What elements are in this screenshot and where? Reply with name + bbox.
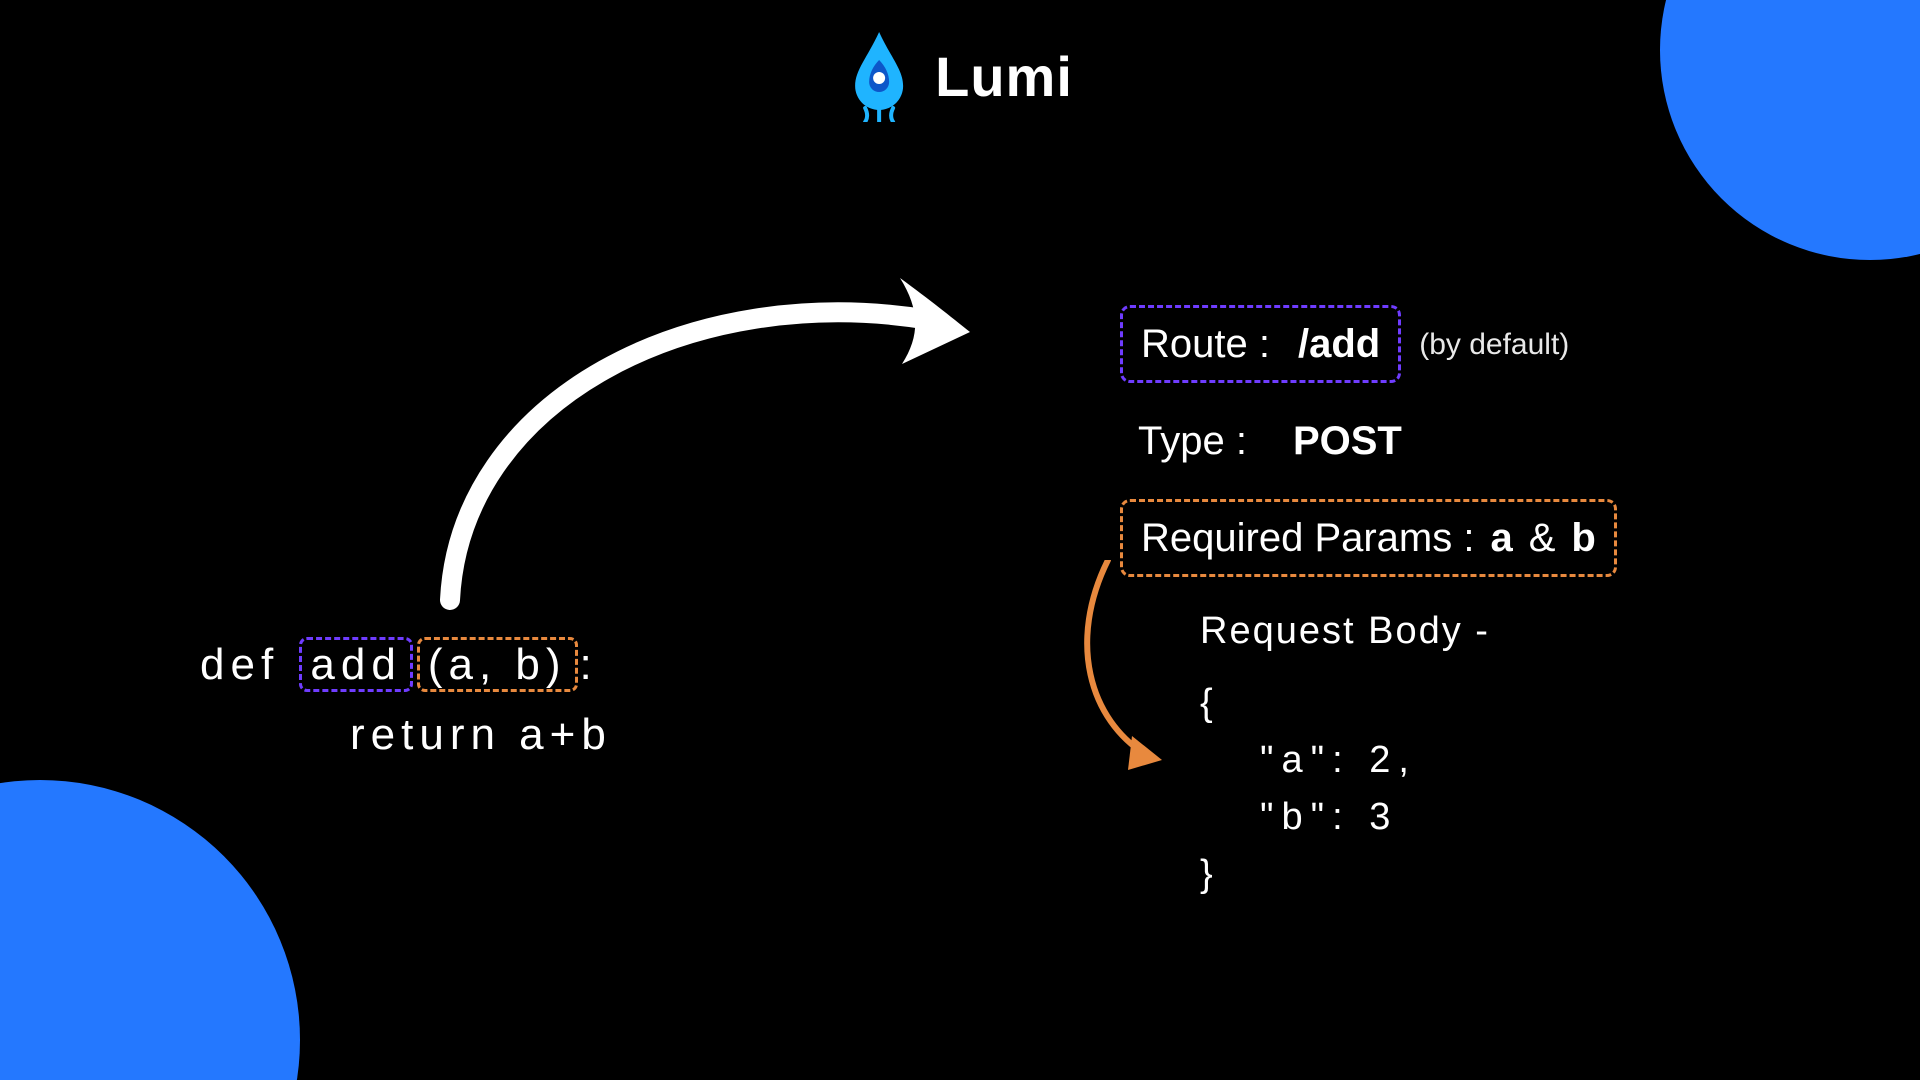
arrow-transform-icon bbox=[430, 260, 990, 620]
decor-corner-top-right bbox=[1660, 0, 1920, 260]
code-colon: : bbox=[580, 640, 598, 689]
param-a: a bbox=[1490, 508, 1512, 568]
code-line-2: return a+b bbox=[200, 700, 612, 770]
lumi-logo-icon bbox=[847, 30, 911, 122]
param-amp: & bbox=[1529, 508, 1556, 568]
function-params-box: (a, b) bbox=[417, 637, 578, 692]
type-value: POST bbox=[1293, 411, 1402, 471]
request-body: Request Body - { "a": 2, "b": 3 } bbox=[1200, 610, 1490, 903]
route-note: (by default) bbox=[1419, 322, 1569, 367]
route-pill: Route : /add bbox=[1120, 305, 1401, 383]
json-open: { bbox=[1200, 675, 1490, 732]
brand-name: Lumi bbox=[935, 44, 1073, 109]
params-label: Required Params : bbox=[1141, 508, 1474, 568]
json-line-2: "b": 3 bbox=[1200, 789, 1490, 846]
source-code: def add(a, b): return a+b bbox=[200, 630, 612, 771]
arrow-params-to-body-icon bbox=[1078, 560, 1198, 770]
type-label: Type : bbox=[1138, 411, 1247, 471]
function-name-box: add bbox=[299, 637, 412, 692]
route-value: /add bbox=[1298, 314, 1380, 374]
request-title: Request Body - bbox=[1200, 610, 1490, 653]
type-row: Type : POST bbox=[1120, 411, 1617, 471]
code-line-1: def add(a, b): bbox=[200, 630, 612, 700]
request-json: { "a": 2, "b": 3 } bbox=[1200, 675, 1490, 903]
header: Lumi bbox=[847, 30, 1073, 122]
param-b: b bbox=[1571, 508, 1595, 568]
route-label: Route : bbox=[1141, 314, 1270, 374]
json-line-1: "a": 2, bbox=[1200, 732, 1490, 789]
route-row: Route : /add (by default) bbox=[1120, 305, 1617, 383]
json-close: } bbox=[1200, 846, 1490, 903]
decor-corner-bottom-left bbox=[0, 780, 300, 1080]
keyword-def: def bbox=[200, 640, 279, 689]
